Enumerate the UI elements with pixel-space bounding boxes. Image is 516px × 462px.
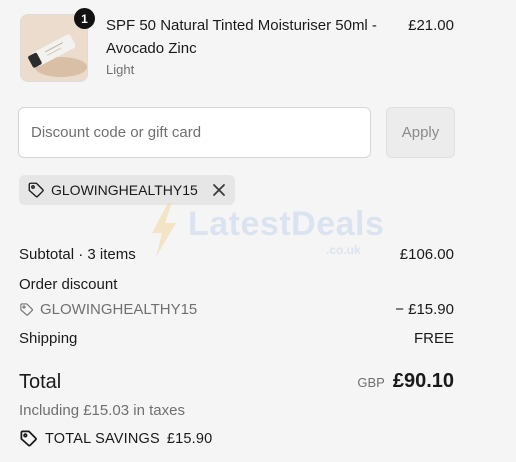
discount-code-line: GLOWINGHEALTHY15: [19, 301, 197, 318]
order-discount-label: Order discount: [19, 276, 118, 293]
subtotal-value: £106.00: [399, 246, 454, 263]
savings-tag-icon: [19, 429, 38, 448]
total-label: Total: [19, 371, 62, 393]
lightning-icon: [152, 203, 176, 257]
tax-note: Including £15.03 in taxes: [19, 402, 185, 419]
savings-value: £15.90: [166, 430, 213, 447]
product-variant: Light: [106, 62, 135, 77]
watermark-subtext: .co.uk: [326, 243, 361, 257]
tag-icon: [27, 181, 45, 199]
shipping-label: Shipping: [19, 330, 78, 347]
discount-code-name: GLOWINGHEALTHY15: [40, 301, 198, 318]
product-price: £21.00: [408, 17, 454, 34]
discount-value: − £15.90: [395, 301, 454, 318]
tag-icon: [19, 302, 34, 317]
watermark: LatestDeals .co.uk: [148, 203, 384, 261]
total-value: GBP £90.10: [357, 370, 454, 393]
product-name: SPF 50 Natural Tinted Moisturiser 50ml -…: [106, 17, 377, 57]
close-icon[interactable]: [212, 183, 226, 197]
discount-code-input[interactable]: [18, 107, 371, 158]
apply-button[interactable]: Apply: [386, 107, 455, 158]
savings-label: TOTAL SAVINGS: [45, 430, 160, 447]
subtotal-label: Subtotal · 3 items: [19, 246, 136, 263]
applied-discount-tag: GLOWINGHEALTHY15: [19, 175, 235, 205]
applied-code-text: GLOWINGHEALTHY15: [51, 182, 198, 198]
total-amount: £90.10: [392, 370, 454, 392]
currency-code: GBP: [357, 375, 385, 390]
watermark-text: LatestDeals: [188, 205, 385, 243]
total-savings: TOTAL SAVINGS £15.90: [19, 429, 212, 448]
shipping-value: FREE: [413, 330, 454, 347]
quantity-badge: 1: [74, 8, 95, 29]
